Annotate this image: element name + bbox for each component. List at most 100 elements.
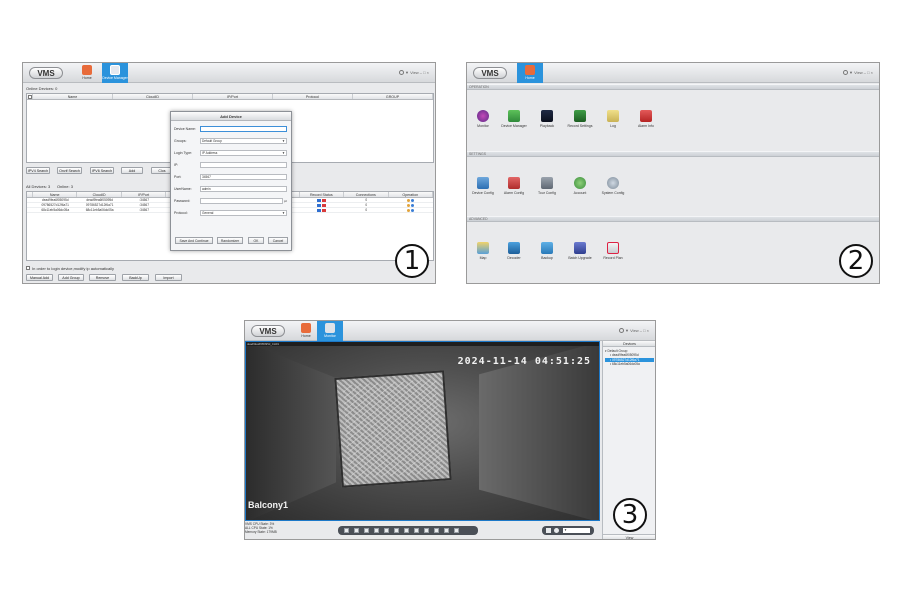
protocol-select[interactable]: Protocol: General ▼ — [174, 210, 287, 216]
column-header[interactable]: Name — [33, 94, 113, 99]
ip-field[interactable]: IP: — [174, 162, 287, 168]
layout-9-icon[interactable] — [384, 528, 389, 533]
column-header[interactable]: Record Status — [300, 192, 345, 197]
stream-select[interactable]: ▼ — [563, 528, 590, 533]
port-field[interactable]: Port: 34567 — [174, 174, 287, 180]
osd-camera-name: Balcony1 — [248, 500, 289, 510]
video-view[interactable]: dead9fea6f05095d_CH01 2024-11-14 04:51:2… — [245, 341, 600, 521]
auto-login-checkbox[interactable] — [26, 266, 30, 270]
layout-64-icon[interactable] — [424, 528, 429, 533]
edit-icon[interactable] — [407, 198, 411, 202]
alarm-icon — [640, 110, 652, 122]
import-button[interactable]: Import — [155, 274, 182, 281]
layout-36-icon[interactable] — [414, 528, 419, 533]
column-header[interactable]: GROUP — [353, 94, 433, 99]
tab-device-manager[interactable]: Device Manager — [102, 63, 128, 83]
add-button[interactable]: Add — [121, 167, 143, 174]
layout-6-icon[interactable] — [364, 528, 369, 533]
gear-icon[interactable] — [842, 70, 848, 76]
column-header[interactable]: CloudID — [77, 192, 122, 197]
playback-app[interactable]: Playback — [534, 110, 560, 128]
refresh-icon[interactable] — [411, 208, 415, 212]
username-field[interactable]: UserName: admin — [174, 186, 287, 192]
tour-config-app[interactable]: Tour Config — [534, 177, 560, 195]
column-header[interactable]: IP/Port — [193, 94, 273, 99]
layout-8-icon[interactable] — [374, 528, 379, 533]
tree-device[interactable]: • 68c11eb5a06dc05a — [605, 362, 654, 366]
gear-icon[interactable] — [618, 328, 624, 334]
ipv6-search-button[interactable]: IPV6 Search — [90, 167, 114, 174]
view-menu[interactable]: View — [854, 70, 863, 75]
window-controls[interactable]: ▼ View – □ × — [398, 70, 429, 76]
backup-button[interactable]: BackUp — [122, 274, 149, 281]
gear-icon[interactable] — [398, 70, 404, 76]
tab-home[interactable]: Home — [76, 63, 98, 83]
device-manager-icon — [110, 65, 120, 75]
edit-icon[interactable] — [407, 208, 411, 212]
layout-custom-icon[interactable] — [434, 528, 439, 533]
device-tree[interactable]: ▾ Default Group • dead9fea6f05095d • 097… — [603, 347, 655, 369]
backup-app[interactable]: Backup — [534, 242, 560, 260]
login-type-select[interactable]: Login Type: IP Address ▼ — [174, 150, 287, 156]
column-header[interactable]: Name — [33, 192, 78, 197]
refresh-icon[interactable] — [411, 203, 415, 207]
monitor-app[interactable]: Monitor — [470, 110, 496, 128]
account-app[interactable]: Account — [567, 177, 593, 195]
log-app[interactable]: Log — [600, 110, 626, 128]
system-config-app[interactable]: System Config — [600, 177, 626, 195]
column-header[interactable]: Operation — [389, 192, 433, 197]
device-manager-app[interactable]: Device Manager — [501, 110, 527, 128]
window-controls[interactable]: ▼ View – □ × — [842, 70, 873, 76]
edit-icon[interactable] — [407, 203, 411, 207]
add-device-dialog: Add Device Device Name: Groups: Default G… — [170, 111, 292, 251]
layout-16-icon[interactable] — [394, 528, 399, 533]
randomizer-button[interactable]: Randomizer — [217, 237, 243, 244]
column-header[interactable]: Protocol — [273, 94, 353, 99]
save-and-continue-button[interactable]: Save And Continue — [175, 237, 213, 244]
tab-monitor[interactable]: Monitor — [317, 321, 343, 341]
manual-add-button[interactable]: Manual Add — [26, 274, 53, 281]
alarm-config-app[interactable]: Alarm Config — [501, 177, 527, 195]
layout-25-icon[interactable] — [404, 528, 409, 533]
device-name-field[interactable]: Device Name: — [174, 126, 287, 132]
refresh-icon[interactable] — [411, 198, 415, 202]
ok-button[interactable]: OK — [248, 237, 264, 244]
map-app[interactable]: Map — [470, 242, 496, 260]
add-group-button[interactable]: Add Group — [58, 274, 84, 281]
record-plan-app[interactable]: Record Plan — [600, 242, 626, 260]
onvif-search-button[interactable]: Onvif Search — [57, 167, 82, 174]
view-menu[interactable]: View — [410, 70, 419, 75]
tab-home[interactable]: Home — [517, 63, 543, 83]
expand-icon[interactable] — [454, 528, 459, 533]
cancel-button[interactable]: Cancel — [268, 237, 288, 244]
map-icon — [477, 242, 489, 254]
groups-select[interactable]: Groups: Default Group ▼ — [174, 138, 287, 144]
fullscreen-icon[interactable] — [444, 528, 449, 533]
view-menu[interactable]: View — [630, 328, 639, 333]
layout-1-icon[interactable] — [344, 528, 349, 533]
device-config-app[interactable]: Device Config — [470, 177, 496, 195]
column-header[interactable]: CloudID — [113, 94, 193, 99]
top-bar: VMS Home Monitor ▼ View – □ × — [245, 321, 655, 341]
record-settings-app[interactable]: Record Settings — [567, 110, 593, 128]
remove-button[interactable]: Remove — [89, 274, 116, 281]
tab-home[interactable]: Home — [295, 321, 317, 341]
ipv4-search-button[interactable]: IPV4 Search — [26, 167, 50, 174]
step-badge-3: 3 — [613, 498, 647, 532]
batch-upgrade-app[interactable]: Batch Upgrade — [567, 242, 593, 260]
decoder-app[interactable]: Decoder — [501, 242, 527, 260]
device-config-icon — [477, 177, 489, 189]
column-header[interactable]: IP/Port — [122, 192, 167, 197]
window-controls[interactable]: ▼ View – □ × — [618, 328, 649, 334]
view-button[interactable]: View — [603, 534, 655, 539]
layout-4-icon[interactable] — [354, 528, 359, 533]
alarm-info-app[interactable]: Alarm Info — [633, 110, 659, 128]
screenshot-device-manager: VMS Home Device Manager ▼ View – □ × Onl… — [22, 62, 436, 284]
top-bar: VMS Home Device Manager ▼ View – □ × — [23, 63, 435, 83]
snapshot-icon[interactable] — [546, 528, 551, 533]
column-header[interactable]: Connections — [344, 192, 389, 197]
vms-logo: VMS — [473, 67, 507, 79]
section-title: OPERATION — [467, 84, 879, 90]
record-icon[interactable] — [554, 528, 559, 533]
password-field[interactable]: Password: pz — [174, 198, 287, 204]
